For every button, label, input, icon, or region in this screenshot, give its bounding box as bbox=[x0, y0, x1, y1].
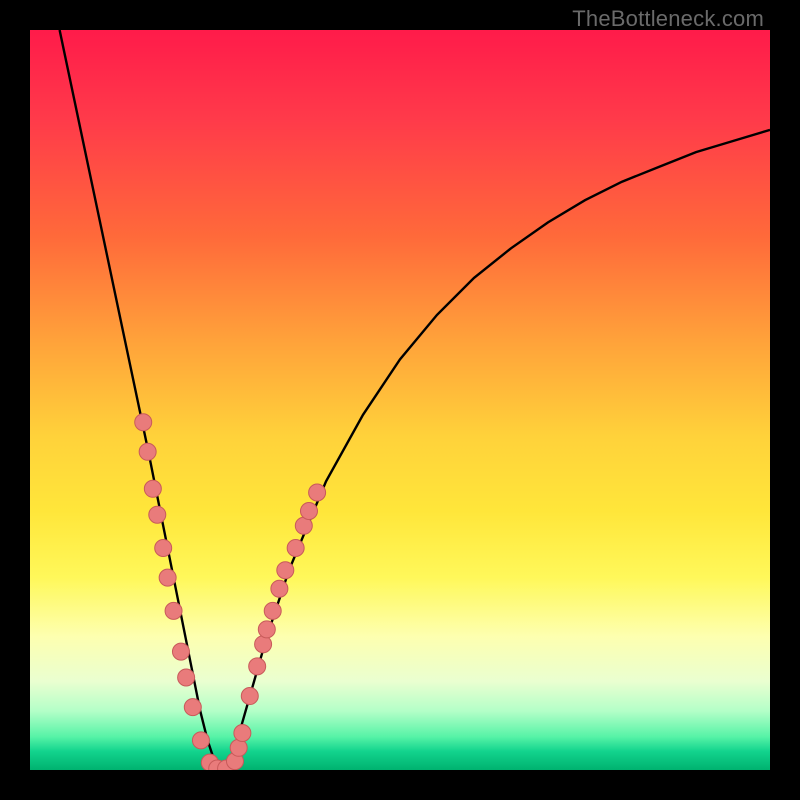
bottleneck-curve bbox=[60, 30, 770, 770]
chart-frame: TheBottleneck.com bbox=[0, 0, 800, 800]
data-point bbox=[287, 540, 304, 557]
data-point bbox=[184, 699, 201, 716]
watermark-text: TheBottleneck.com bbox=[572, 6, 764, 32]
data-point bbox=[255, 636, 272, 653]
data-point bbox=[258, 621, 275, 638]
data-point bbox=[241, 688, 258, 705]
data-point bbox=[300, 503, 317, 520]
data-point bbox=[159, 569, 176, 586]
plot-area bbox=[30, 30, 770, 770]
data-point bbox=[309, 484, 326, 501]
data-point bbox=[277, 562, 294, 579]
data-point bbox=[135, 414, 152, 431]
data-point bbox=[178, 669, 195, 686]
data-point bbox=[155, 540, 172, 557]
data-point bbox=[139, 443, 156, 460]
data-markers bbox=[135, 414, 326, 770]
data-point bbox=[149, 506, 166, 523]
data-point bbox=[192, 732, 209, 749]
data-point bbox=[172, 643, 189, 660]
data-point bbox=[271, 580, 288, 597]
data-point bbox=[144, 480, 161, 497]
data-point bbox=[230, 739, 247, 756]
data-point bbox=[165, 602, 182, 619]
data-point bbox=[264, 602, 281, 619]
data-point bbox=[234, 725, 251, 742]
data-point bbox=[249, 658, 266, 675]
curve-layer bbox=[30, 30, 770, 770]
